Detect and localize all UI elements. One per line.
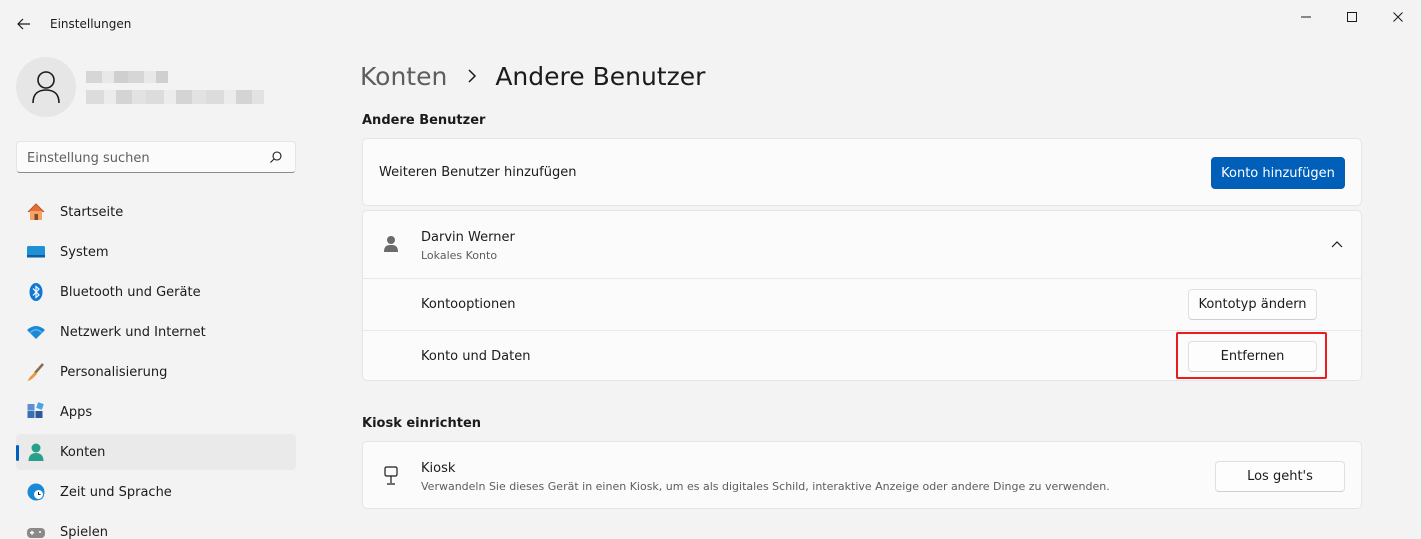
bluetooth-icon — [26, 282, 46, 302]
search-icon[interactable] — [269, 150, 283, 164]
sidebar-item-label: Apps — [60, 404, 93, 420]
breadcrumb-parent[interactable]: Konten — [360, 62, 447, 91]
divider — [363, 330, 1361, 331]
sidebar-nav: Startseite System Bluetooth und Geräte N… — [16, 194, 296, 539]
change-account-type-button[interactable]: Kontotyp ändern — [1188, 289, 1317, 320]
sidebar-item-label: Startseite — [60, 204, 124, 220]
sidebar-item-apps[interactable]: Apps — [16, 394, 296, 430]
sidebar-item-konten[interactable]: Konten — [16, 434, 296, 470]
maximize-button[interactable] — [1329, 4, 1375, 30]
user-account-header[interactable]: Darvin Werner Lokales Konto — [363, 211, 1361, 278]
breadcrumb: Konten Andere Benutzer — [360, 58, 705, 94]
account-data-label: Konto und Daten — [421, 349, 531, 364]
close-icon — [1393, 12, 1403, 22]
sidebar-item-label: System — [60, 244, 109, 260]
minimize-button[interactable] — [1283, 4, 1329, 30]
system-monitor-icon — [26, 242, 46, 262]
blurred-user-email — [86, 90, 264, 104]
divider — [363, 278, 1361, 279]
user-name: Darvin Werner — [421, 230, 515, 245]
person-icon — [26, 442, 46, 462]
sidebar-item-system[interactable]: System — [16, 234, 296, 270]
person-outline-icon — [32, 71, 60, 104]
page-title: Andere Benutzer — [495, 61, 706, 91]
section-title-kiosk: Kiosk einrichten — [362, 416, 482, 431]
home-icon — [26, 202, 46, 222]
sidebar-item-bluetooth[interactable]: Bluetooth und Geräte — [16, 274, 296, 310]
kiosk-card: Kiosk Verwandeln Sie dieses Gerät in ein… — [362, 441, 1362, 509]
account-options-label: Kontooptionen — [421, 297, 516, 312]
avatar[interactable] — [16, 57, 76, 117]
sidebar-item-label: Bluetooth und Geräte — [60, 284, 201, 300]
clock-globe-icon — [26, 482, 46, 502]
sidebar-item-startseite[interactable]: Startseite — [16, 194, 296, 230]
kiosk-description: Verwandeln Sie dieses Gerät in einen Kio… — [421, 480, 1110, 493]
wifi-icon — [26, 322, 46, 342]
section-title-other-users: Andere Benutzer — [362, 113, 486, 128]
sidebar-item-label: Zeit und Sprache — [60, 484, 172, 500]
add-user-label: Weiteren Benutzer hinzufügen — [379, 165, 577, 180]
close-button[interactable] — [1375, 4, 1421, 30]
arrow-left-icon — [17, 18, 30, 30]
sidebar-item-zeit[interactable]: Zeit und Sprache — [16, 474, 296, 510]
gamepad-icon — [26, 522, 46, 539]
kiosk-start-button[interactable]: Los geht's — [1215, 461, 1345, 492]
kiosk-title: Kiosk — [421, 461, 456, 476]
search-input[interactable] — [27, 148, 257, 168]
maximize-icon — [1347, 12, 1357, 22]
sidebar-item-label: Personalisierung — [60, 364, 168, 380]
blurred-user-name — [86, 71, 168, 83]
search-box[interactable] — [16, 141, 296, 173]
add-user-card: Weiteren Benutzer hinzufügen Konto hinzu… — [362, 138, 1362, 206]
chevron-right-icon — [467, 69, 477, 83]
sidebar-item-label: Spielen — [60, 524, 108, 539]
sidebar-item-personalisierung[interactable]: Personalisierung — [16, 354, 296, 390]
app-title: Einstellungen — [50, 17, 132, 31]
minimize-icon — [1301, 16, 1311, 18]
sidebar-item-label: Konten — [60, 444, 106, 460]
kiosk-icon — [384, 466, 398, 485]
highlight-box — [1176, 332, 1327, 379]
chevron-up-icon[interactable] — [1331, 240, 1343, 248]
sidebar-item-netzwerk[interactable]: Netzwerk und Internet — [16, 314, 296, 350]
apps-icon — [26, 402, 46, 422]
back-button[interactable] — [10, 12, 38, 36]
sidebar-item-label: Netzwerk und Internet — [60, 324, 206, 340]
sidebar-item-spielen[interactable]: Spielen — [16, 514, 296, 539]
add-account-button[interactable]: Konto hinzufügen — [1211, 157, 1345, 189]
title-bar: Einstellungen — [0, 0, 1422, 48]
user-icon — [384, 236, 398, 252]
user-account-type: Lokales Konto — [421, 249, 498, 262]
brush-icon — [26, 362, 46, 382]
